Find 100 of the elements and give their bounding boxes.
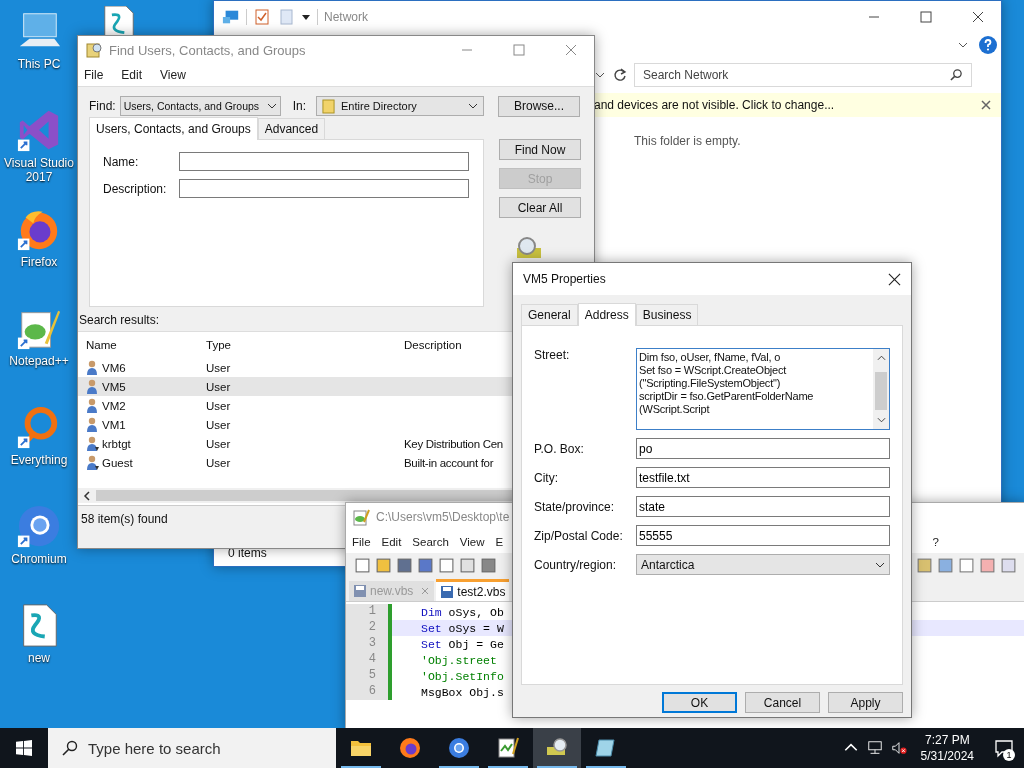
maximize-icon[interactable] xyxy=(920,10,932,23)
maximize-icon[interactable] xyxy=(513,44,525,56)
menu-item[interactable]: View xyxy=(459,536,485,548)
dialog-button[interactable]: Cancel xyxy=(745,692,820,713)
table-cell-text: User xyxy=(206,361,232,374)
refresh-icon[interactable] xyxy=(612,66,628,83)
muted-speaker-icon[interactable] xyxy=(890,740,907,756)
field-label: Name: xyxy=(103,154,140,169)
code-line: Set oSys = W xyxy=(421,621,504,635)
ring-globe-icon xyxy=(16,503,62,549)
menu-item[interactable]: File xyxy=(352,536,371,548)
fox-globe-icon xyxy=(398,736,422,760)
file-tab[interactable]: test2.vbs xyxy=(436,579,510,601)
toolbar-icon[interactable] xyxy=(438,556,455,574)
toolbar-icon[interactable] xyxy=(417,556,434,574)
user-name: krbtgt xyxy=(102,437,131,450)
checklist-icon[interactable] xyxy=(253,8,271,25)
close-icon[interactable] xyxy=(888,272,901,286)
tab[interactable]: Address xyxy=(577,303,636,326)
menu-item[interactable]: Edit xyxy=(381,536,402,548)
field-label: Street: xyxy=(534,348,571,362)
tab[interactable]: Business xyxy=(635,304,699,325)
search-field[interactable]: Type here to search xyxy=(48,728,336,768)
input-field[interactable]: testfile.txt xyxy=(636,467,890,488)
input-field[interactable]: 55555 xyxy=(636,525,890,546)
action-button[interactable]: Find Now xyxy=(499,139,581,160)
line-number: 6 xyxy=(346,684,388,700)
field-label: Country/region: xyxy=(534,557,618,572)
notepad-icon xyxy=(496,736,520,760)
menu-item[interactable]: Search xyxy=(412,536,449,548)
line-number: 4 xyxy=(346,652,388,668)
windows-logo-icon[interactable] xyxy=(16,740,32,756)
network-icon[interactable] xyxy=(866,740,883,756)
menu-item[interactable]: View xyxy=(160,68,186,82)
text-line: Set fso = WScript.CreateObject xyxy=(639,364,788,377)
desktop-shortcut[interactable]: Firefox xyxy=(0,206,78,299)
toolbar-icon[interactable] xyxy=(480,556,497,574)
user-name: VM1 xyxy=(102,418,126,431)
menu-item[interactable]: E xyxy=(495,536,504,548)
table-cell-text: User xyxy=(206,456,232,469)
speech-bubble-icon xyxy=(994,738,1014,758)
tab[interactable]: General xyxy=(521,304,578,325)
tab[interactable]: Advanced xyxy=(257,118,326,139)
dialog-button[interactable]: Apply xyxy=(828,692,903,713)
action-button[interactable]: Clear All xyxy=(499,197,581,218)
desktop-shortcut[interactable]: Chromium xyxy=(0,503,78,596)
desktop-shortcut[interactable]: This PC xyxy=(0,8,78,101)
toolbar-icon[interactable] xyxy=(459,556,476,574)
user-icon xyxy=(86,378,100,395)
input-field[interactable]: po xyxy=(636,438,890,459)
text-area[interactable]: Dim fso, oUser, fName, fVal, o Set fso = WScript.CreateObject ("Scripting.FileSystemObject") scriptDir = fso.GetParentFolderName (WScript.Script xyxy=(636,348,890,430)
country-dropdown[interactable]: Antarctica xyxy=(636,554,890,575)
toolbar-icon[interactable] xyxy=(396,556,413,574)
browse-button[interactable]: Browse... xyxy=(498,95,581,117)
empty-message: This folder is empty. xyxy=(634,134,741,148)
desktop-shortcut[interactable]: new xyxy=(0,602,78,695)
toolbar-icon[interactable] xyxy=(354,556,371,574)
table-cell-text: User xyxy=(206,418,232,431)
arrow-left-icon[interactable] xyxy=(83,490,91,501)
column-header[interactable]: Name xyxy=(86,339,206,351)
toolbar-icon[interactable] xyxy=(937,556,954,574)
menu-item[interactable]: File xyxy=(84,68,104,82)
scrollbar[interactable] xyxy=(873,349,889,429)
field-label: Description: xyxy=(103,181,168,196)
toolbar-icon[interactable] xyxy=(979,556,996,574)
chevron-down-icon[interactable] xyxy=(876,417,886,423)
field-label: In: xyxy=(292,99,307,113)
user-arrow-icon xyxy=(86,454,100,471)
section-label: Search results: xyxy=(79,313,160,329)
code-line: Set Obj = Ge xyxy=(421,637,504,651)
close-icon[interactable] xyxy=(972,10,984,23)
find-dropdown[interactable]: Users, Contacts, and Groups xyxy=(119,96,281,116)
user-name: VM5 xyxy=(102,380,126,393)
help-icon[interactable] xyxy=(979,36,997,54)
desktop-shortcut[interactable]: Visual Studio 2017 xyxy=(0,107,78,200)
field-label: P.O. Box: xyxy=(534,441,585,456)
toolbar-icon[interactable] xyxy=(1000,556,1017,574)
toolbar-icon[interactable] xyxy=(958,556,975,574)
location-dropdown[interactable]: Entire Directory xyxy=(316,96,485,116)
notification-button[interactable]: 1 xyxy=(984,728,1024,768)
toolbar-icon[interactable] xyxy=(375,556,392,574)
tab[interactable]: Users, Contacts, and Groups xyxy=(89,117,258,140)
input-field[interactable] xyxy=(179,179,469,198)
column-header[interactable]: Type xyxy=(206,339,404,351)
desktop-shortcut[interactable]: Notepad++ xyxy=(0,305,78,398)
clock[interactable]: 7:27 PM 5/31/2024 xyxy=(920,732,974,764)
menu-item[interactable]: ? xyxy=(932,536,939,548)
toolbar-icon[interactable] xyxy=(916,556,933,574)
search-field[interactable]: Search Network xyxy=(634,62,972,87)
input-field[interactable]: state xyxy=(636,496,890,517)
user-arrow-icon xyxy=(86,435,100,452)
code-line: MsgBox Obj.s xyxy=(421,685,504,699)
desktop-shortcut[interactable]: Everything xyxy=(0,404,78,497)
text-line: (WScript.Script xyxy=(639,403,711,416)
ring-globe-icon xyxy=(447,736,471,760)
dialog-button[interactable]: OK xyxy=(662,692,737,713)
taskbar-app[interactable] xyxy=(533,728,581,768)
input-field[interactable] xyxy=(179,152,469,171)
menu-item[interactable]: Edit xyxy=(121,68,143,82)
code-line: 'Obj.SetInfo xyxy=(421,669,504,683)
